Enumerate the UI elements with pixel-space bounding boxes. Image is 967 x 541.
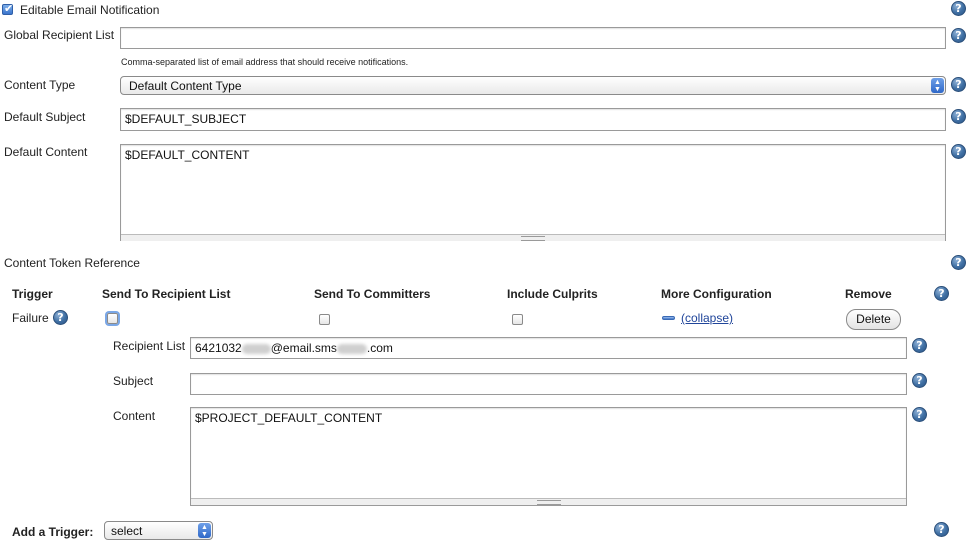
default-content-label: Default Content <box>4 145 88 159</box>
default-content-textarea[interactable]: $DEFAULT_CONTENT <box>120 144 946 241</box>
global-recipient-label: Global Recipient List <box>4 28 115 42</box>
collapse-icon <box>662 316 675 320</box>
redacted-segment <box>241 343 271 354</box>
add-trigger-select[interactable]: select ▲ ▼ <box>104 521 213 540</box>
help-icon[interactable]: ? <box>951 144 966 159</box>
add-trigger-selected: select <box>111 524 143 538</box>
resize-grip[interactable] <box>121 234 945 241</box>
header-remove: Remove <box>845 287 892 301</box>
header-more-configuration: More Configuration <box>661 287 772 301</box>
header-include-culprits: Include Culprits <box>507 287 598 301</box>
help-icon[interactable]: ? <box>951 1 966 16</box>
help-icon[interactable]: ? <box>951 77 966 92</box>
help-icon[interactable]: ? <box>912 373 927 388</box>
recipient-value-suffix: .com <box>366 341 393 355</box>
trigger-recipient-list-input[interactable]: 6421032 @email.sms .com <box>190 337 907 359</box>
redacted-segment <box>336 343 367 354</box>
trigger-content-label: Content <box>113 409 156 423</box>
content-type-label: Content Type <box>4 78 76 92</box>
help-icon[interactable]: ? <box>951 255 966 270</box>
trigger-subject-input[interactable] <box>190 373 907 395</box>
help-icon[interactable]: ? <box>912 407 927 422</box>
recipient-value-prefix: 6421032 <box>195 341 242 355</box>
trigger-recipient-list-label: Recipient List <box>113 339 186 353</box>
editable-email-label: Editable Email Notification <box>20 3 160 17</box>
trigger-content-textarea[interactable]: $PROJECT_DEFAULT_CONTENT <box>190 407 907 506</box>
recipient-value-mid: @email.sms <box>270 341 337 355</box>
default-subject-input[interactable]: $DEFAULT_SUBJECT <box>120 108 946 131</box>
help-icon[interactable]: ? <box>934 286 949 301</box>
help-icon[interactable]: ? <box>934 522 949 537</box>
select-arrows-icon: ▲ ▼ <box>198 523 211 538</box>
header-send-to-committers: Send To Committers <box>314 287 431 301</box>
global-recipient-input[interactable] <box>120 27 946 49</box>
token-reference-label: Content Token Reference <box>4 256 140 270</box>
global-recipient-hint: Comma-separated list of email address th… <box>121 57 409 67</box>
trigger-subject-label: Subject <box>113 374 154 388</box>
help-icon[interactable]: ? <box>951 109 966 124</box>
help-icon[interactable]: ? <box>53 310 68 325</box>
include-culprits-checkbox[interactable] <box>512 314 523 325</box>
header-trigger: Trigger <box>12 287 53 301</box>
content-type-selected: Default Content Type <box>129 79 242 93</box>
content-type-select[interactable]: Default Content Type ▲ ▼ <box>120 76 946 95</box>
select-arrows-icon: ▲ ▼ <box>931 78 944 93</box>
help-icon[interactable]: ? <box>951 28 966 43</box>
send-to-committers-checkbox[interactable] <box>319 314 330 325</box>
collapse-link[interactable]: (collapse) <box>681 311 733 325</box>
send-to-recipient-list-checkbox[interactable] <box>107 313 118 324</box>
header-send-to-recipient-list: Send To Recipient List <box>102 287 231 301</box>
add-trigger-label: Add a Trigger: <box>12 525 94 539</box>
default-subject-label: Default Subject <box>4 110 86 124</box>
help-icon[interactable]: ? <box>912 338 927 353</box>
resize-grip[interactable] <box>191 498 906 505</box>
trigger-failure-label: Failure <box>12 311 49 325</box>
editable-email-checkbox[interactable] <box>2 2 13 15</box>
delete-button[interactable]: Delete <box>846 309 901 330</box>
